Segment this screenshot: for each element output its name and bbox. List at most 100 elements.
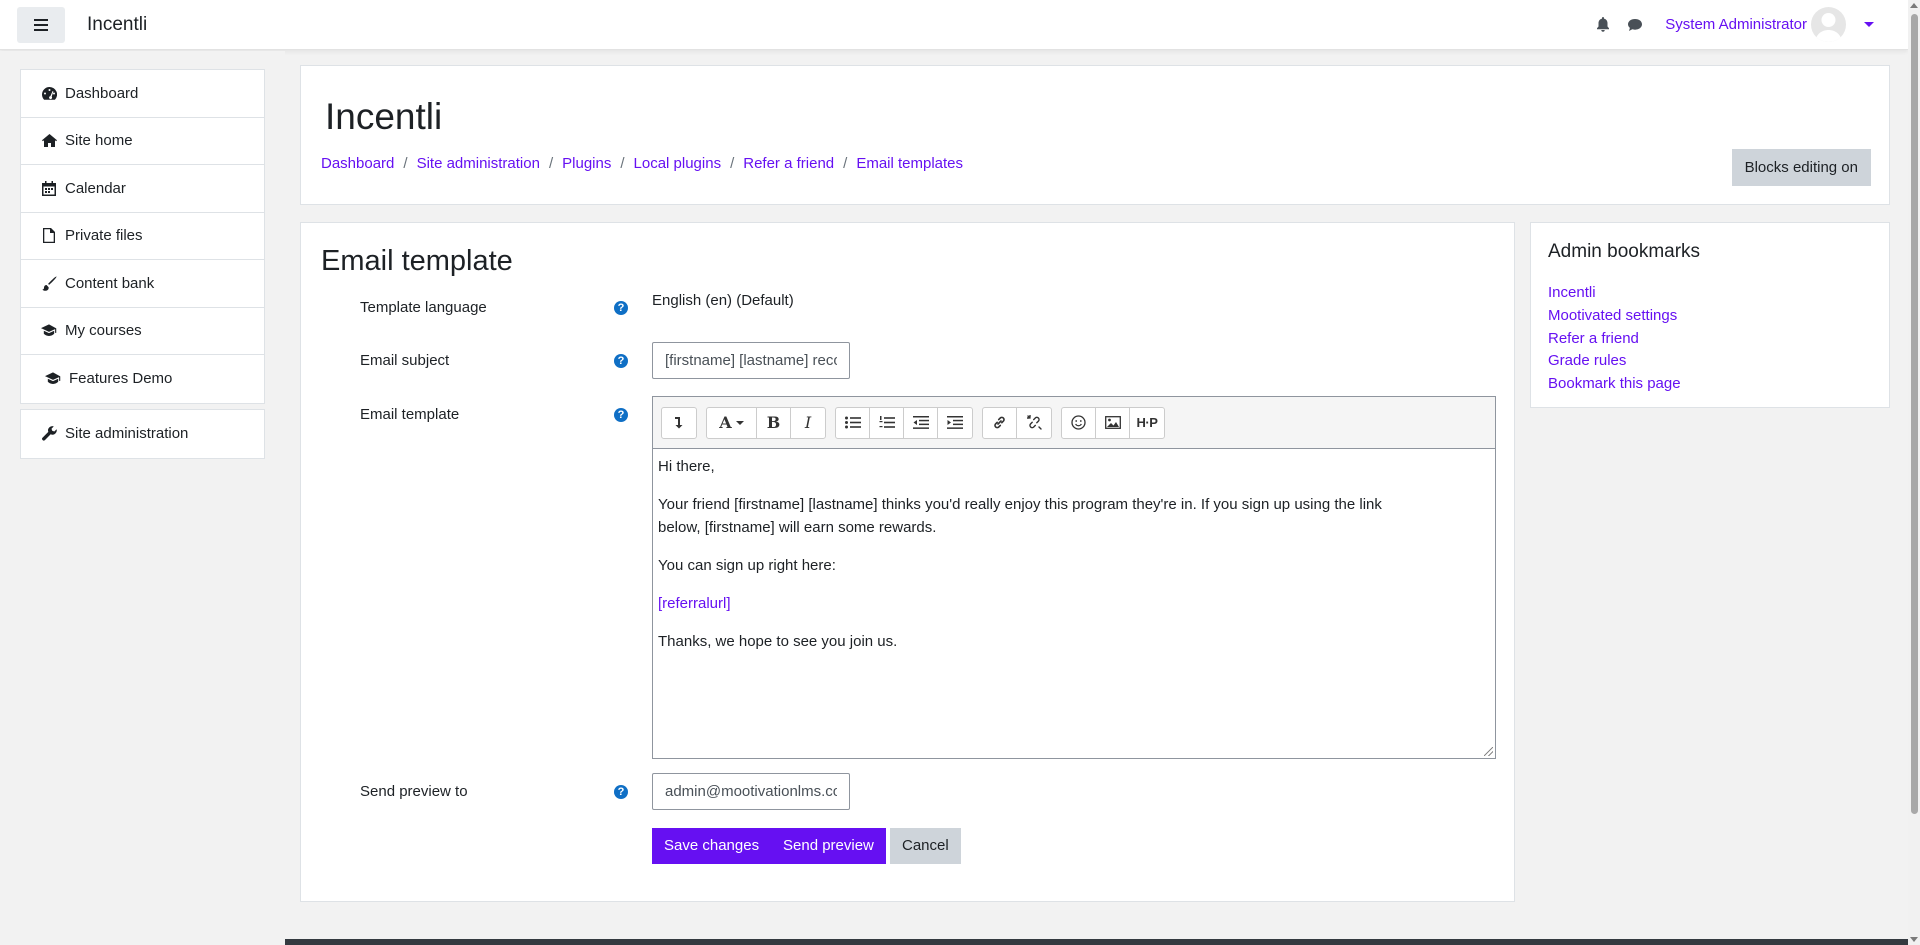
breadcrumb-site-administration[interactable]: Site administration [417,155,540,172]
sidebar-item-label: Calendar [65,179,126,197]
sidebar-item-site-administration[interactable]: Site administration [21,410,264,458]
chat-bubble-icon[interactable] [1625,15,1645,35]
sidebar-item-label: Site administration [65,425,189,443]
breadcrumb-dashboard[interactable]: Dashboard [321,155,394,172]
breadcrumb-plugins[interactable]: Plugins [562,155,611,172]
sidebar-item-calendar[interactable]: Calendar [21,165,264,213]
editor-paragraph: Your friend [firstname] [lastname] think… [658,496,1382,536]
emoji-button[interactable] [1062,407,1096,438]
chevron-down-icon [735,420,744,425]
scroll-up-icon[interactable] [1910,3,1918,8]
bookmark-link-mootivated-settings[interactable]: Mootivated settings [1548,305,1681,328]
help-icon[interactable]: ? [614,354,628,368]
breadcrumb-separator: / [843,155,848,172]
editor-toolbar: A B I H·P [653,397,1495,449]
sidebar-item-label: Content bank [65,274,155,292]
breadcrumb-separator: / [403,155,408,172]
sidebar-item-label: Site home [65,132,133,150]
help-icon[interactable]: ? [614,408,628,422]
avatar[interactable] [1811,7,1846,42]
save-changes-button[interactable]: Save changes [652,828,772,864]
calendar-icon [41,180,57,196]
breadcrumb: Dashboard / Site administration / Plugin… [321,155,963,172]
editor-paragraph: Hi there, [658,458,715,475]
sidebar-item-label: Features Demo [69,370,173,388]
email-template-form: Email template Template language ? Engli… [300,222,1515,902]
email-subject-input[interactable] [652,342,850,379]
cancel-button[interactable]: Cancel [890,828,961,864]
send-preview-label: Send preview to [360,783,468,800]
resize-handle[interactable] [1484,747,1493,756]
site-brand[interactable]: Incentli [87,14,147,36]
font-style-button[interactable]: A [707,407,757,438]
sidebar-item-features-demo[interactable]: Features Demo [21,355,264,403]
sidebar-item-content-bank[interactable]: Content bank [21,260,264,308]
menu-toggle-button[interactable] [17,6,65,43]
link-icon [994,416,1005,429]
form-title: Email template [321,245,513,277]
unordered-list-button[interactable] [836,407,870,438]
admin-bookmarks-block: Admin bookmarks Incentli Mootivated sett… [1530,222,1890,408]
referral-url-link[interactable]: [referralurl] [658,595,731,612]
page-footer [285,939,1908,945]
email-subject-label: Email subject [360,352,450,369]
sidebar-item-dashboard[interactable]: Dashboard [21,70,264,118]
help-icon[interactable]: ? [614,785,628,799]
chevron-down-icon[interactable] [1864,22,1874,27]
email-template-editor: A B I H·P Hi there, Your friend [firstna… [652,396,1496,759]
indent-button[interactable] [938,408,972,438]
graduation-cap-icon [45,371,61,387]
ordered-list-button[interactable] [870,407,904,438]
bookmark-link-incentli[interactable]: Incentli [1548,282,1681,305]
breadcrumb-email-templates[interactable]: Email templates [856,155,963,172]
sidebar-item-label: Dashboard [65,84,139,102]
link-button[interactable] [983,407,1017,438]
italic-icon: I [804,413,812,432]
image-icon [1104,416,1121,429]
admin-nav-group: Site administration [20,409,265,459]
outdent-button[interactable] [904,407,938,438]
dashboard-icon [41,85,57,101]
bookmark-link-grade-rules[interactable]: Grade rules [1548,350,1681,373]
hamburger-icon [34,18,48,31]
breadcrumb-local-plugins[interactable]: Local plugins [634,155,722,172]
toolbar-group [835,406,973,439]
help-icon[interactable]: ? [614,301,628,315]
sidebar-item-my-courses[interactable]: My courses [21,308,264,355]
bookmark-link-refer-a-friend[interactable]: Refer a friend [1548,328,1681,351]
h5p-button[interactable]: H·P [1130,408,1164,438]
sidebar-item-label: My courses [65,322,142,340]
editor-paragraph: Thanks, we hope to see you join us. [658,633,898,650]
editor-content[interactable]: Hi there, Your friend [firstname] [lastn… [653,449,1495,674]
scrollbar-thumb[interactable] [1911,14,1918,814]
outdent-icon [912,416,929,429]
bookmark-this-page-link[interactable]: Bookmark this page [1548,373,1681,396]
sidebar-item-private-files[interactable]: Private files [21,213,264,260]
italic-button[interactable]: I [791,408,825,438]
bold-button[interactable]: B [757,407,791,438]
breadcrumb-separator: / [548,155,554,172]
blocks-editing-button[interactable]: Blocks editing on [1731,149,1871,186]
user-name-link[interactable]: System Administrator [1665,16,1807,33]
toolbar-group: A B I [706,406,826,439]
numbered-list-icon [879,416,895,428]
breadcrumb-separator: / [620,155,625,172]
send-preview-button[interactable]: Send preview [771,828,886,864]
page-scrollbar[interactable] [1908,0,1920,945]
page-header: Incentli Dashboard / Site administration… [300,65,1890,205]
breadcrumb-refer-a-friend[interactable]: Refer a friend [743,155,834,172]
unlink-button[interactable] [1017,408,1051,438]
admin-bookmarks-title: Admin bookmarks [1548,241,1701,262]
unlink-icon [1026,415,1042,430]
image-button[interactable] [1096,407,1130,438]
sidebar-item-site-home[interactable]: Site home [21,118,264,165]
scroll-down-icon[interactable] [1910,937,1918,942]
wrench-icon [41,426,57,442]
send-preview-input[interactable] [652,773,850,810]
bell-icon[interactable] [1593,15,1613,35]
paintbrush-icon [41,275,57,291]
smiley-icon [1071,415,1086,430]
template-language-value: English (en) (Default) [652,292,794,309]
file-icon [41,228,57,244]
show-more-buttons[interactable] [662,408,696,438]
